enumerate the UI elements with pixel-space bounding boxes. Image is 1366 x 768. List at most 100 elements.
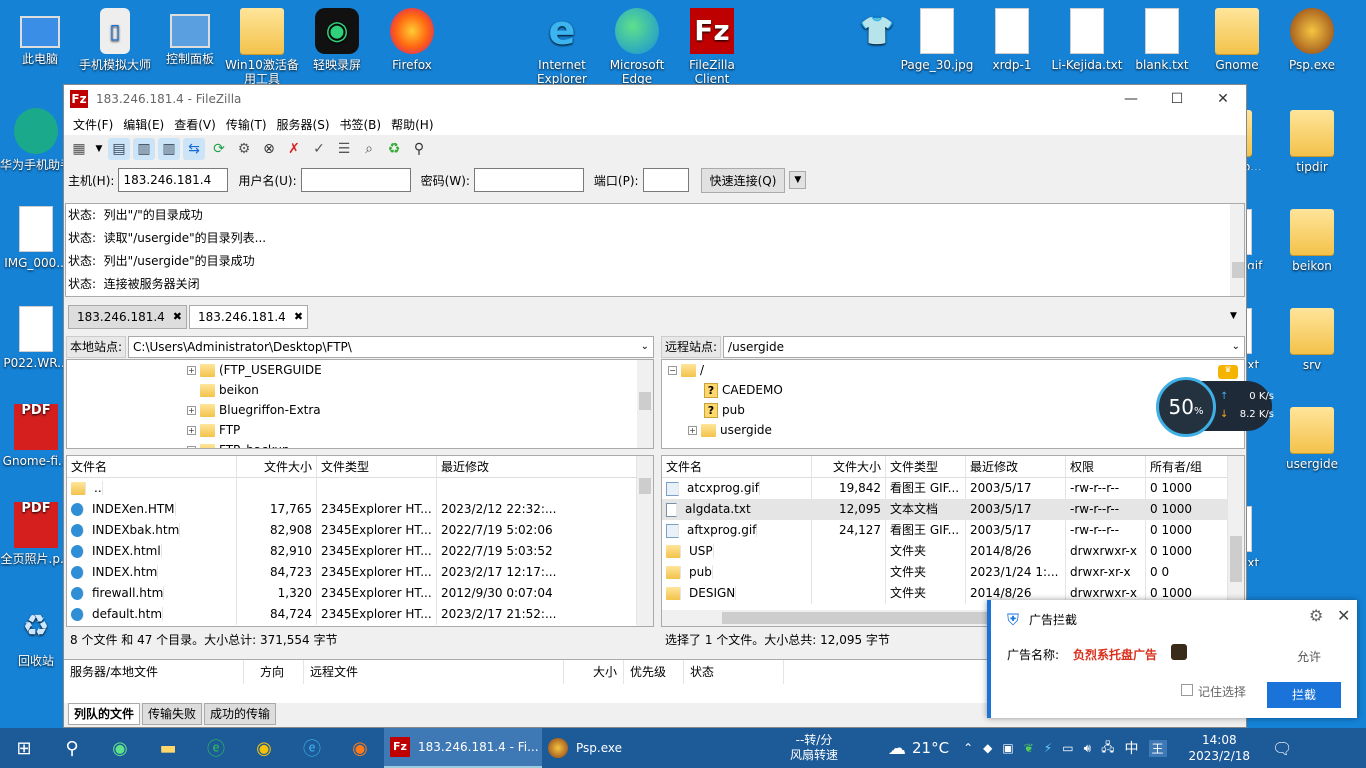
close-tab-icon[interactable]: ✖ <box>173 306 182 328</box>
desktop-icon-screen-recorder[interactable]: ◉ 轻映录屏 <box>297 8 377 86</box>
taskbar-ie[interactable]: ⓔ <box>288 728 336 768</box>
desktop-icon-li-kejida[interactable]: Li-Kejida.txt <box>1047 8 1127 86</box>
expand-icon[interactable]: + <box>688 425 697 435</box>
column-header[interactable]: 所有者/组 <box>1146 456 1228 477</box>
desktop-icon-psp[interactable]: Psp.exe <box>1272 8 1352 86</box>
local-tree-scrollbar[interactable] <box>637 360 653 448</box>
port-input[interactable] <box>642 168 689 192</box>
column-header[interactable]: 文件类型 <box>317 456 437 477</box>
local-list-scrollbar[interactable] <box>637 456 653 626</box>
expand-icon[interactable]: + <box>187 425 196 435</box>
tray-expand-icon[interactable]: ⌃ <box>963 741 973 755</box>
search-icon[interactable]: ⚲ <box>408 138 430 160</box>
directory-filter-icon[interactable]: ☰ <box>333 138 355 160</box>
expand-icon[interactable]: + <box>187 405 196 415</box>
taskbar-browser[interactable]: ⓔ <box>192 728 240 768</box>
tree-item-root[interactable]: − / <box>668 360 783 380</box>
table-row[interactable]: INDEXbak.htm 82,908 2345Explorer HT... 2022… <box>67 520 653 541</box>
menu-view[interactable]: 查看(V) <box>171 116 219 133</box>
column-header[interactable]: 权限 <box>1066 456 1146 477</box>
tab-queued-files[interactable]: 列队的文件 <box>68 703 141 725</box>
desktop-icon-control-panel[interactable]: 控制面板 <box>150 8 230 80</box>
table-row[interactable]: algdata.txt 12,095 文本文档 2003/5/17 -rw-r--r--… <box>662 499 1244 520</box>
table-row[interactable]: INDEX.html 82,910 2345Explorer HT... 2022/7… <box>67 541 653 562</box>
quickconnect-button[interactable]: 快速连接(Q) <box>700 167 786 193</box>
site-manager-icon[interactable]: ▦ <box>68 138 90 160</box>
close-tab-icon[interactable]: ✖ <box>294 306 303 328</box>
tree-item[interactable]: beikon <box>187 380 322 400</box>
menu-bookmarks[interactable]: 书签(B) <box>337 116 385 133</box>
weather-temp[interactable]: 21°C <box>912 739 949 757</box>
close-icon[interactable]: ✕ <box>1337 606 1350 625</box>
table-row[interactable]: USP 文件夹 2014/8/26 drwxrwxr-x 0 1000 <box>662 541 1244 562</box>
desktop-icon-win10-tool[interactable]: Win10激活备用工具 <box>222 8 302 86</box>
toggle-log-icon[interactable]: ▤ <box>108 138 130 160</box>
column-header[interactable]: 最近修改 <box>966 456 1066 477</box>
tree-item[interactable]: ? CAEDEMO <box>668 380 783 400</box>
refresh-icon[interactable]: ⟳ <box>208 138 230 160</box>
site-manager-dropdown-icon[interactable]: ▼ <box>93 138 105 160</box>
table-row[interactable]: atcxprog.gif 19,842 看图王 GIF... 2003/5/17 -rw… <box>662 478 1244 499</box>
local-path-input[interactable]: C:\Users\Administrator\Desktop\FTP\ ⌄ <box>128 336 654 358</box>
menu-transfer[interactable]: 传输(T) <box>223 116 270 133</box>
toggle-remote-tree-icon[interactable]: ▥ <box>158 138 180 160</box>
toggle-local-tree-icon[interactable]: ▥ <box>133 138 155 160</box>
column-header[interactable]: 最近修改 <box>437 456 637 477</box>
column-header[interactable]: 服务器/本地文件 <box>64 660 244 684</box>
tree-item[interactable]: ? pub <box>668 400 783 420</box>
column-header[interactable]: 文件名 <box>662 456 812 477</box>
chevron-down-icon[interactable]: ⌄ <box>1232 337 1240 357</box>
tree-item[interactable]: + usergide <box>668 420 783 440</box>
desktop-icon-tipdir[interactable]: tipdir <box>1272 110 1352 188</box>
column-header[interactable]: 方向 <box>244 660 304 684</box>
column-header[interactable]: 文件大小 <box>812 456 886 477</box>
minimize-button[interactable]: — <box>1108 91 1154 107</box>
ime-icon[interactable]: 王 <box>1148 739 1167 757</box>
table-row[interactable]: .. <box>67 478 653 499</box>
gear-icon[interactable]: ⚙ <box>1309 606 1323 625</box>
tabs-dropdown-icon[interactable]: ▼ <box>1230 311 1237 321</box>
tray-app-icon[interactable]: ◆ <box>983 741 992 755</box>
desktop-icon-ie[interactable]: e Internet Explorer <box>522 8 602 86</box>
taskbar-edge[interactable]: ◉ <box>96 728 144 768</box>
desktop-icon-beikon[interactable]: beikon <box>1272 209 1352 287</box>
tab-successful-transfers[interactable]: 成功的传输 <box>204 703 277 725</box>
tree-item[interactable]: + FTP <box>187 420 322 440</box>
log-scrollbar[interactable] <box>1230 204 1244 296</box>
connection-tab-active[interactable]: 183.246.181.4 ✖ <box>189 305 309 329</box>
desktop-icon-xrdp[interactable]: xrdp-1 <box>972 8 1052 86</box>
tab-failed-transfers[interactable]: 传输失败 <box>142 703 203 725</box>
column-header[interactable]: 远程文件 <box>304 660 564 684</box>
column-header[interactable]: 优先级 <box>624 660 684 684</box>
remote-list-scrollbar[interactable] <box>1228 456 1244 608</box>
desktop-icon-phone-emulator[interactable]: ▯ 手机模拟大师 <box>75 8 155 86</box>
ime-indicator[interactable]: 中 <box>1125 738 1139 758</box>
weather-icon[interactable]: ☁ <box>888 738 906 759</box>
table-row[interactable]: aftxprog.gif 24,127 看图王 GIF... 2003/5/17 -rw… <box>662 520 1244 541</box>
desktop-icon-edge[interactable]: Microsoft Edge <box>597 8 677 86</box>
table-row[interactable]: INDEX.htm 84,723 2345Explorer HT... 2023/2/… <box>67 562 653 583</box>
host-input[interactable] <box>118 168 229 192</box>
network-speed-widget[interactable]: 50% ↑ 0 K/s ↓ 8.2 K/s ♛ <box>1156 365 1274 437</box>
table-row[interactable]: INDEXen.HTM 17,765 2345Explorer HT... 2023/… <box>67 499 653 520</box>
notification-icon[interactable]: 🗨︎ <box>1272 739 1292 758</box>
taskbar-psp[interactable]: Psp.exe <box>542 728 700 768</box>
taskbar-chrome[interactable]: ◉ <box>240 728 288 768</box>
table-row[interactable]: pub 文件夹 2023/1/24 1:... drwxr-xr-x 0 0 <box>662 562 1244 583</box>
desktop-icon-page30[interactable]: Page_30.jpg <box>897 8 977 86</box>
remote-path-input[interactable]: /usergide ⌄ <box>723 336 1245 358</box>
desktop-icon-gnome[interactable]: Gnome <box>1197 8 1277 86</box>
search-button[interactable]: ⚲ <box>48 728 96 768</box>
column-header[interactable]: 大小 <box>564 660 624 684</box>
tray-lightning-icon[interactable]: ⚡ <box>1044 741 1052 755</box>
disconnect-icon[interactable]: ✗ <box>283 138 305 160</box>
desktop-icon-srv[interactable]: srv <box>1272 308 1352 386</box>
compare-icon[interactable]: ⌕ <box>358 138 380 160</box>
connection-tab[interactable]: 183.246.181.4 ✖ <box>68 305 188 329</box>
sync-browse-icon[interactable]: ♻ <box>383 138 405 160</box>
battery-icon[interactable]: ▭ <box>1062 741 1073 755</box>
password-input[interactable] <box>473 168 584 192</box>
reconnect-icon[interactable]: ✓ <box>308 138 330 160</box>
tray-leaf-icon[interactable]: ❦ <box>1024 741 1034 755</box>
quickconnect-dropdown-icon[interactable]: ▼ <box>789 171 807 189</box>
